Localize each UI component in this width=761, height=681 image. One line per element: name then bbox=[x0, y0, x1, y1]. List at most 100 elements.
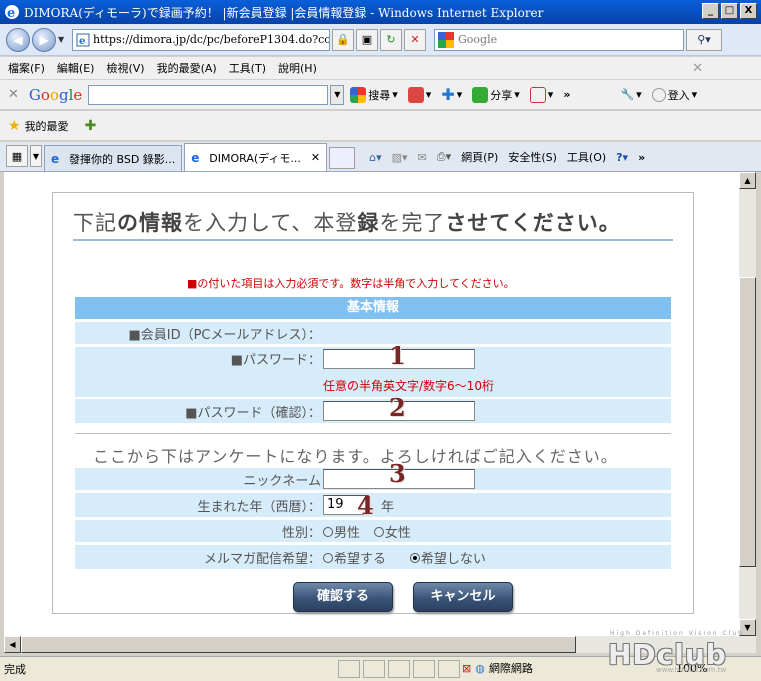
minimize-button[interactable]: _ bbox=[702, 3, 719, 19]
vertical-scroll-thumb[interactable] bbox=[739, 277, 756, 567]
mail-icon[interactable]: ✉ bbox=[418, 151, 427, 164]
menu-safety[interactable]: 安全性(S) bbox=[508, 149, 557, 165]
vertical-scrollbar[interactable]: ▲ ▼ bbox=[739, 172, 756, 636]
annotation-number-3: 3 bbox=[389, 459, 406, 488]
login-button[interactable]: 登入 ▾ bbox=[651, 87, 697, 103]
forward-button[interactable]: ▶ bbox=[32, 27, 56, 52]
add-button[interactable]: ✚ ▾ bbox=[441, 85, 462, 104]
popup-blocked-icon: ⊠ bbox=[462, 661, 472, 675]
wrench-button[interactable]: 🔧 ▾ bbox=[620, 88, 641, 101]
close-toolbar-icon[interactable]: ✕ bbox=[692, 61, 703, 76]
more-chevron-icon[interactable]: » bbox=[638, 151, 645, 164]
row-password: ■パスワード： 任意の半角英文字/数字6～10桁 bbox=[75, 347, 671, 397]
bookmark-button[interactable]: ▾ bbox=[407, 86, 431, 103]
horizontal-scroll-thumb[interactable] bbox=[21, 636, 576, 653]
cancel-button[interactable]: キャンセル bbox=[413, 582, 513, 612]
internet-explorer-icon: e bbox=[51, 151, 60, 166]
history-dropdown-icon[interactable]: ▼ bbox=[58, 35, 68, 44]
command-bar: ⌂▾ ▧▾ ✉ ⎙▾ 網頁(P) 安全性(S) 工具(O) ?▾ » bbox=[369, 149, 645, 165]
globe-icon: ◍ bbox=[475, 661, 485, 675]
zoom-level[interactable]: 100% bbox=[676, 662, 707, 675]
window-title: DIMORA(ディモーラ)で録画予約！ |新会員登録 |会員情報登録 - Win… bbox=[24, 5, 544, 20]
rss-icon[interactable]: ▧▾ bbox=[392, 151, 408, 164]
share-button[interactable]: 分享 ▾ bbox=[472, 86, 520, 103]
menu-page[interactable]: 網頁(P) bbox=[461, 149, 498, 165]
favorites-button[interactable]: 我的最愛 bbox=[25, 118, 69, 134]
section-divider bbox=[75, 433, 671, 434]
gender-radio-group: 男性 女性 bbox=[323, 522, 421, 541]
menu-tools[interactable]: 工具(T) bbox=[229, 60, 266, 76]
newsletter-label: メルマガ配信希望： bbox=[203, 552, 321, 567]
translate-button[interactable]: ▾ bbox=[529, 86, 553, 103]
print-icon[interactable]: ⎙▾ bbox=[437, 150, 451, 164]
internet-explorer-icon: e bbox=[191, 150, 200, 165]
refresh-icon[interactable]: ↻ bbox=[380, 28, 402, 51]
favorites-star-icon: ★ bbox=[8, 117, 21, 134]
tab-bsd[interactable]: e 發揮你的 BSD 錄影... bbox=[44, 145, 183, 171]
search-placeholder: Google bbox=[458, 33, 498, 46]
menu-edit[interactable]: 編輯(E) bbox=[57, 60, 95, 76]
search-button[interactable]: ⚲▾ bbox=[686, 28, 722, 51]
status-cells bbox=[338, 660, 460, 678]
menu-tools-cmd[interactable]: 工具(O) bbox=[567, 149, 606, 165]
url-input[interactable]: e https://dimora.jp/dc/pc/beforeP1304.do… bbox=[72, 28, 330, 51]
stop-icon[interactable]: ✕ bbox=[404, 28, 426, 51]
new-tab-button[interactable] bbox=[329, 147, 356, 169]
more-chevron-icon: » bbox=[563, 88, 571, 101]
nickname-label: ニックネーム bbox=[243, 474, 321, 489]
google-icon bbox=[438, 31, 454, 48]
password-confirm-label: ■パスワード（確認）： bbox=[185, 406, 321, 421]
favorites-bar: ★ 我的最愛 ✚ bbox=[0, 111, 761, 141]
scroll-up-icon[interactable]: ▲ bbox=[739, 172, 756, 189]
newsletter-yes-radio[interactable]: 希望する bbox=[323, 548, 386, 567]
menu-help[interactable]: 說明(H) bbox=[278, 60, 317, 76]
menu-bar: 檔案(F) 編輯(E) 檢視(V) 我的最愛(A) 工具(T) 說明(H) ✕ bbox=[0, 57, 761, 79]
translate-icon bbox=[529, 86, 546, 103]
horizontal-scrollbar[interactable]: ◀ bbox=[4, 636, 756, 653]
scroll-left-icon[interactable]: ◀ bbox=[4, 636, 21, 653]
google-search-button[interactable]: 搜尋 ▾ bbox=[350, 86, 398, 103]
user-circle-icon bbox=[651, 87, 666, 102]
url-text: https://dimora.jp/dc/pc/beforeP1304.do?c… bbox=[93, 33, 329, 46]
help-icon[interactable]: ?▾ bbox=[616, 151, 628, 164]
close-button[interactable]: X bbox=[740, 3, 757, 19]
section-header-basic-info: 基本情報 bbox=[75, 297, 671, 319]
more-button[interactable]: » bbox=[563, 88, 570, 101]
google-search-dropdown-icon[interactable]: ▼ bbox=[330, 84, 345, 105]
quick-tabs-icon[interactable]: ▦ bbox=[6, 145, 28, 167]
share-icon bbox=[472, 86, 489, 103]
internet-explorer-icon: e bbox=[5, 5, 19, 20]
home-icon[interactable]: ⌂▾ bbox=[369, 151, 382, 164]
birth-year-label: 生まれた年（西暦）： bbox=[197, 500, 321, 515]
add-favorite-icon[interactable]: ✚ bbox=[85, 118, 97, 134]
confirm-button[interactable]: 確認する bbox=[293, 582, 393, 612]
scroll-down-icon[interactable]: ▼ bbox=[739, 619, 756, 636]
menu-file[interactable]: 檔案(F) bbox=[8, 60, 45, 76]
menu-favorites[interactable]: 我的最愛(A) bbox=[157, 60, 217, 76]
google-toolbar: ✕ Google ▼ 搜尋 ▾ ▾ ✚ ▾ 分享 ▾ ▾ » 🔧 ▾ 登入 ▾ bbox=[0, 80, 761, 110]
google-search-input[interactable] bbox=[88, 84, 329, 105]
close-google-toolbar-icon[interactable]: ✕ bbox=[8, 87, 19, 102]
newsletter-no-radio[interactable]: 希望しない bbox=[409, 548, 486, 567]
gender-male-radio[interactable]: 男性 bbox=[323, 522, 360, 541]
search-icon: ⚲▾ bbox=[697, 33, 711, 46]
close-tab-icon[interactable]: ✕ bbox=[311, 151, 320, 164]
row-member-id: ■会員ID（PCメールアドレス）： bbox=[75, 322, 671, 344]
back-arrow-icon: ◀ bbox=[13, 32, 23, 47]
menu-view[interactable]: 檢視(V) bbox=[106, 60, 144, 76]
search-input[interactable]: Google bbox=[434, 28, 684, 51]
tab-dimora[interactable]: e DIMORA(ディモ... ✕ bbox=[184, 143, 328, 171]
page-title: 下記の情報を入力して、本登録を完了させてください。 bbox=[73, 207, 673, 241]
compat-view-icon[interactable]: ▣ bbox=[356, 28, 378, 51]
security-zone[interactable]: ⊠ ◍ 網際網路 bbox=[462, 660, 533, 676]
google-logo: Google bbox=[28, 85, 83, 104]
newsletter-radio-group: 希望する 希望しない bbox=[323, 548, 496, 567]
plus-icon: ✚ bbox=[441, 85, 455, 104]
bookmark-icon bbox=[407, 86, 424, 103]
lock-icon[interactable]: 🔒 bbox=[332, 28, 354, 51]
tab-list-dropdown-icon[interactable]: ▼ bbox=[30, 145, 42, 167]
row-newsletter: メルマガ配信希望： 希望する 希望しない bbox=[75, 545, 671, 569]
gender-female-radio[interactable]: 女性 bbox=[373, 522, 411, 541]
maximize-button[interactable]: □ bbox=[721, 3, 738, 19]
back-button[interactable]: ◀ bbox=[6, 27, 30, 52]
